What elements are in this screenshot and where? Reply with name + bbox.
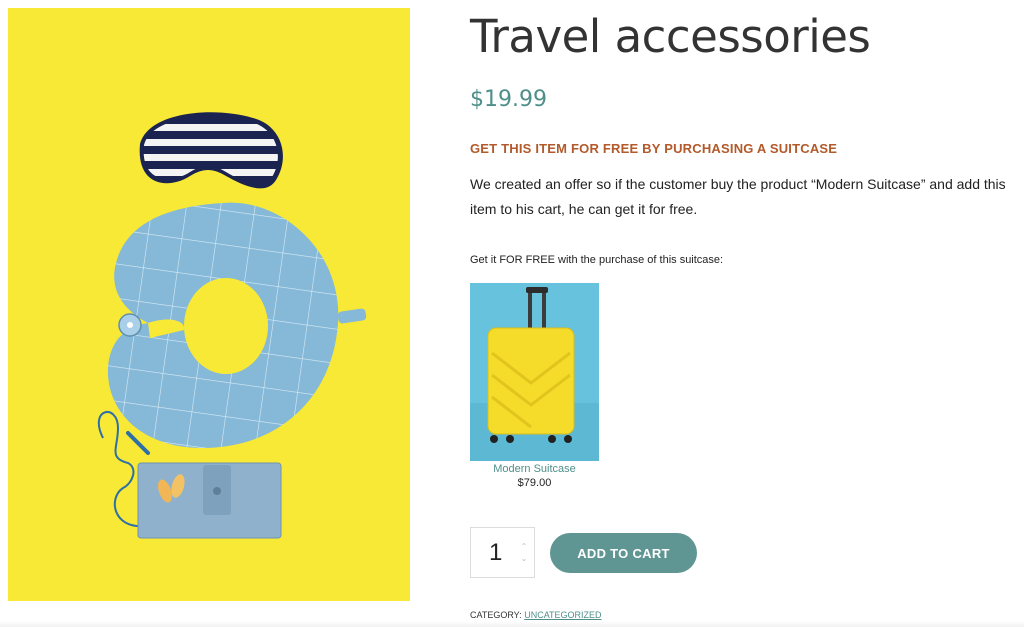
product-image[interactable]	[8, 8, 410, 601]
category-label: CATEGORY:	[470, 610, 522, 620]
offer-description: We created an offer so if the customer b…	[470, 176, 1006, 217]
product-page: Travel accessories $19.99 GET THIS ITEM …	[0, 0, 1024, 627]
offer-product-price: $79.00	[517, 477, 552, 489]
suitcase-thumbnail[interactable]	[470, 283, 599, 461]
quantity-stepper[interactable]: 1 ⌃ ⌄	[470, 527, 535, 578]
add-to-cart-button[interactable]: ADD TO CART	[550, 533, 697, 573]
product-price: $19.99	[470, 87, 547, 112]
product-category: CATEGORY: UNCATEGORIZED	[470, 610, 602, 620]
offer-product-name-link[interactable]: Modern Suitcase	[470, 463, 599, 475]
offer-product-card: Modern Suitcase $79.00	[470, 283, 599, 489]
offer-heading: GET THIS ITEM FOR FREE BY PURCHASING A S…	[470, 141, 838, 156]
chevron-up-icon[interactable]: ⌃	[519, 542, 529, 552]
page-bottom-edge	[0, 621, 1024, 627]
quantity-value[interactable]: 1	[489, 539, 502, 567]
category-link[interactable]: UNCATEGORIZED	[524, 610, 601, 620]
wallet	[137, 462, 282, 539]
travel-accessories-photo	[8, 8, 410, 601]
free-offer-label: Get it FOR FREE with the purchase of thi…	[470, 254, 724, 266]
product-title: Travel accessories	[470, 10, 871, 63]
chevron-down-icon[interactable]: ⌄	[519, 554, 529, 564]
